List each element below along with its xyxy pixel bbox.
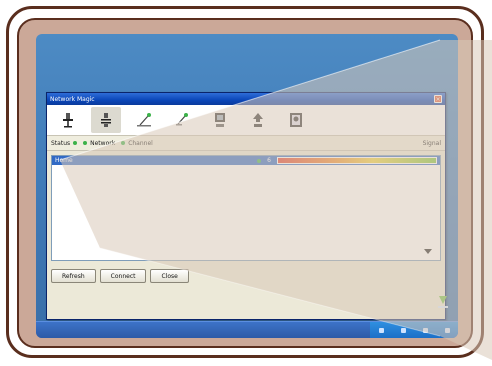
tray-update-icon[interactable] bbox=[444, 327, 450, 333]
wireless-scan-button[interactable] bbox=[167, 107, 197, 133]
system-tray bbox=[370, 322, 458, 338]
connected-led-icon bbox=[257, 158, 262, 163]
refresh-button[interactable]: Refresh bbox=[51, 269, 96, 283]
toolbar bbox=[47, 105, 445, 136]
transfer-button[interactable] bbox=[243, 107, 273, 133]
scroll-down-icon[interactable] bbox=[424, 249, 432, 254]
computer-button[interactable] bbox=[205, 107, 235, 133]
wireless-button[interactable] bbox=[129, 107, 159, 133]
wireless-scan-icon bbox=[176, 113, 188, 126]
title-bar[interactable]: Network Magic × bbox=[47, 93, 445, 105]
status-led-icon bbox=[73, 141, 78, 145]
window-title: Network Magic bbox=[50, 95, 95, 103]
info-signal: Signal bbox=[422, 139, 441, 147]
computer-icon bbox=[215, 113, 225, 127]
info-channel: Channel bbox=[121, 140, 153, 147]
network-connect-icon bbox=[63, 113, 73, 128]
connect-action-button[interactable]: Connect bbox=[99, 269, 147, 283]
wireless-icon bbox=[137, 113, 151, 127]
desktop: Network Magic × Status Network Channel S… bbox=[36, 34, 458, 338]
taskbar bbox=[36, 321, 458, 338]
network-channel: 6 bbox=[267, 157, 271, 164]
info-status: Status bbox=[51, 140, 78, 147]
help-button[interactable] bbox=[281, 107, 311, 133]
disconnect-button[interactable] bbox=[91, 107, 121, 133]
tray-security-icon[interactable] bbox=[422, 327, 428, 333]
close-action-button[interactable]: Close bbox=[150, 269, 189, 283]
network-name: Home bbox=[55, 157, 73, 164]
recycle-glyph-icon bbox=[439, 296, 447, 304]
help-icon bbox=[290, 113, 302, 127]
channel-led-icon bbox=[121, 141, 126, 145]
desktop-icon-label bbox=[438, 306, 448, 308]
list-item[interactable]: Home 6 bbox=[52, 156, 440, 165]
tray-network-icon[interactable] bbox=[378, 327, 384, 333]
info-bar: Status Network Channel Signal bbox=[47, 136, 445, 151]
info-network: Network bbox=[83, 140, 115, 147]
signal-strength-bar bbox=[277, 157, 437, 164]
close-button[interactable]: × bbox=[434, 95, 442, 103]
connect-button[interactable] bbox=[53, 107, 83, 133]
network-disconnect-icon bbox=[101, 113, 111, 127]
transfer-icon bbox=[253, 113, 263, 127]
network-list[interactable]: Home 6 bbox=[51, 155, 441, 261]
recycle-bin-icon[interactable] bbox=[438, 296, 448, 308]
network-led-icon bbox=[83, 141, 88, 145]
button-bar: Refresh Connect Close bbox=[47, 267, 445, 285]
tray-volume-icon[interactable] bbox=[400, 327, 406, 333]
app-window: Network Magic × Status Network Channel S… bbox=[46, 92, 446, 320]
